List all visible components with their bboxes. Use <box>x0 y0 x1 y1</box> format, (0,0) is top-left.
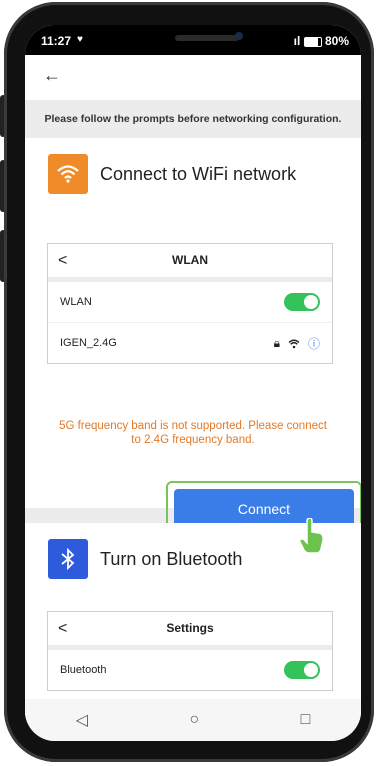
info-icon[interactable]: ⓘ <box>308 335 320 352</box>
wifi-section-header: Connect to WiFi network <box>48 154 296 194</box>
row-label: Bluetooth <box>60 664 107 676</box>
wlan-toggle[interactable] <box>284 293 320 311</box>
speaker-notch <box>175 35 239 41</box>
nav-recent-icon[interactable]: □ <box>301 711 311 729</box>
network-icons: 🔒︎ ⓘ <box>274 335 320 352</box>
screen: 11:27 ♥ ıl 80% ← Please follow the promp… <box>25 25 361 741</box>
back-arrow-icon[interactable]: ← <box>43 65 61 86</box>
bluetooth-icon <box>48 539 88 579</box>
nav-back-icon[interactable]: ◁ <box>76 710 88 730</box>
status-time: 11:27 <box>41 34 72 48</box>
status-bar: 11:27 ♥ ıl 80% <box>25 25 361 55</box>
row-label: WLAN <box>60 296 92 308</box>
wlan-card: < WLAN WLAN IGEN_2.4G 🔒︎ ⓘ <box>47 243 333 364</box>
section-title: Connect to WiFi network <box>100 163 297 184</box>
prompt-text: Please follow the prompts before network… <box>25 100 361 138</box>
pointer-hand-icon <box>299 518 324 554</box>
card-back-icon[interactable]: < <box>58 244 67 277</box>
system-nav-bar: ◁ ○ □ <box>25 699 361 741</box>
battery-icon <box>303 36 322 47</box>
row-label: IGEN_2.4G <box>60 337 117 349</box>
card-title: WLAN <box>172 253 208 267</box>
battery-indicator: ıl 80% <box>294 34 349 48</box>
heart-icon: ♥ <box>77 34 83 45</box>
band-warning: 5G frequency band is not supported. Plea… <box>59 420 327 446</box>
wifi-icon <box>48 154 88 194</box>
nav-home-icon[interactable]: ○ <box>189 711 199 729</box>
network-row[interactable]: IGEN_2.4G 🔒︎ ⓘ <box>48 322 332 363</box>
lock-icon: 🔒︎ <box>273 336 280 350</box>
phone-frame: 11:27 ♥ ıl 80% ← Please follow the promp… <box>4 2 374 762</box>
battery-percent: 80% <box>324 34 349 48</box>
signal-icon: ıl <box>293 34 301 48</box>
card-title: Settings <box>166 621 214 635</box>
card-back-icon[interactable]: < <box>58 612 67 645</box>
camera-icon <box>235 32 243 40</box>
settings-card: < Settings Bluetooth <box>47 611 333 691</box>
wifi-icon <box>288 339 300 348</box>
bluetooth-row: Bluetooth <box>48 650 332 690</box>
wifi-section: Connect to WiFi network < WLAN WLAN IGEN… <box>25 138 361 537</box>
bluetooth-section-header: Turn on Bluetooth <box>48 539 242 579</box>
card-header: < Settings <box>48 612 332 650</box>
app-bar: ← <box>25 55 361 100</box>
section-title: Turn on Bluetooth <box>100 548 243 569</box>
card-header: < WLAN <box>48 244 332 282</box>
wlan-row: WLAN <box>48 282 332 322</box>
bluetooth-toggle[interactable] <box>284 661 320 679</box>
